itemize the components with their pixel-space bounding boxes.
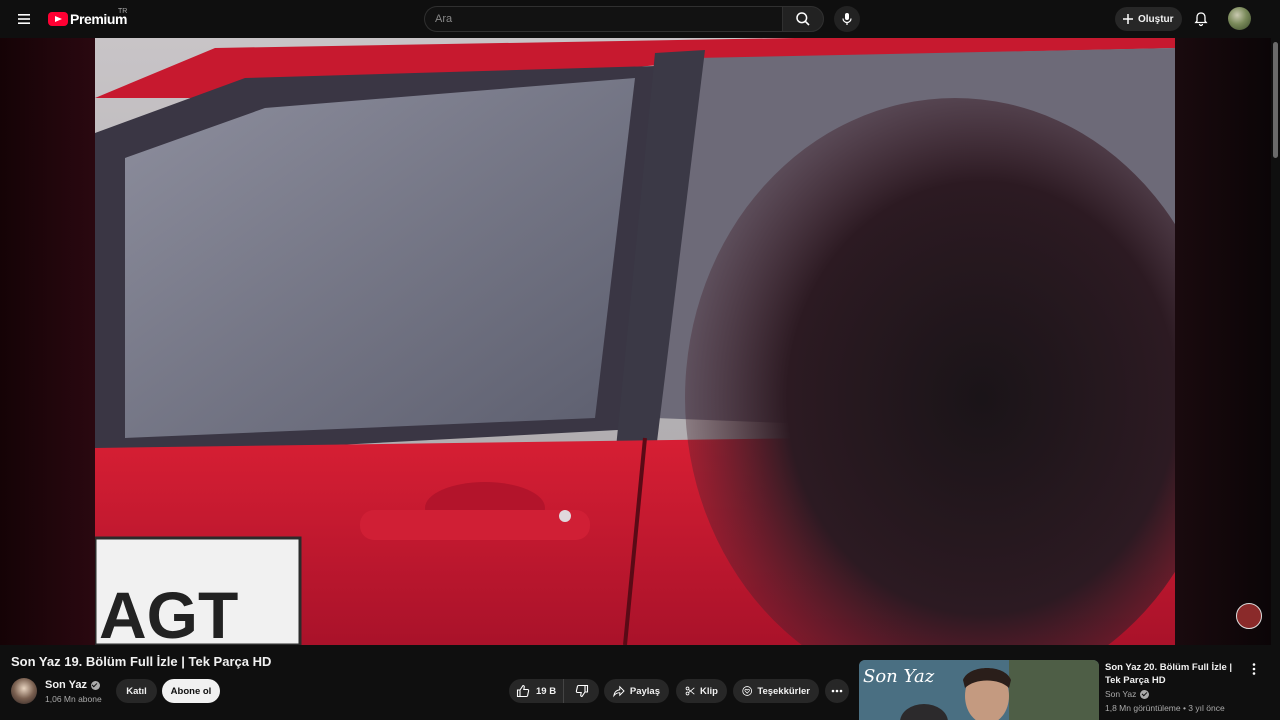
channel-avatar[interactable] (11, 678, 37, 704)
sign-text: AGT (99, 578, 238, 645)
video-title: Son Yaz 19. Bölüm Full İzle | Tek Parça … (11, 654, 272, 669)
more-vertical-icon (1252, 663, 1256, 675)
mic-icon (842, 13, 852, 25)
recommended-menu-button[interactable] (1247, 660, 1261, 678)
thumbs-down-icon (575, 684, 588, 698)
video-frame-image: AGT (95, 38, 1175, 645)
channel-watermark[interactable] (1236, 603, 1262, 629)
subscribe-button[interactable]: Abone ol (162, 679, 220, 703)
page-scrollbar[interactable] (1271, 38, 1280, 720)
thanks-button[interactable]: Teşekkürler (733, 679, 819, 703)
video-player[interactable]: AGT (0, 38, 1271, 645)
thumbnail-text: Son Yaz (863, 666, 935, 687)
create-label: Oluştur (1138, 13, 1174, 25)
clip-button[interactable]: Klip (676, 679, 727, 703)
voice-search-button[interactable] (834, 6, 860, 32)
scrollbar-thumb[interactable] (1273, 42, 1278, 158)
recommended-thumbnail[interactable]: Son Yaz (859, 660, 1099, 720)
verified-icon (90, 680, 100, 690)
account-avatar[interactable] (1228, 7, 1251, 30)
video-frame[interactable]: AGT (95, 38, 1175, 645)
verified-icon (1140, 689, 1150, 699)
recommended-channel[interactable]: Son Yaz (1105, 689, 1150, 699)
more-horizontal-icon (831, 689, 843, 693)
share-icon (613, 685, 625, 698)
recommended-title[interactable]: Son Yaz 20. Bölüm Full İzle | Tek Parça … (1105, 661, 1247, 687)
like-count: 19 B (536, 685, 557, 697)
share-label: Paylaş (629, 685, 660, 697)
youtube-logo-icon (48, 12, 68, 26)
notifications-button[interactable] (1189, 7, 1213, 31)
create-button[interactable]: Oluştur (1115, 7, 1182, 31)
subscriber-count: 1,06 Mn abone (45, 694, 102, 704)
dislike-button[interactable] (564, 679, 599, 703)
share-button[interactable]: Paylaş (604, 679, 669, 703)
search-icon (796, 12, 810, 26)
more-actions-button[interactable] (825, 679, 849, 703)
country-code: TR (118, 8, 128, 15)
channel-name: Son Yaz (45, 679, 87, 691)
thanks-heart-icon (742, 686, 753, 696)
join-button[interactable]: Katıl (116, 679, 157, 703)
thanks-label: Teşekkürler (757, 685, 810, 697)
bell-icon (1194, 12, 1208, 27)
like-dislike-group: 19 B (509, 679, 599, 703)
recommended-channel-name: Son Yaz (1105, 689, 1137, 699)
plus-icon (1123, 14, 1133, 24)
search-box (424, 6, 824, 32)
guide-menu-button[interactable] (12, 7, 36, 31)
clip-label: Klip (700, 685, 718, 697)
youtube-premium-logo[interactable]: Premium (48, 9, 128, 29)
menu-icon (18, 14, 30, 24)
search-input[interactable] (424, 6, 782, 32)
scissors-icon (685, 686, 695, 696)
masthead: Premium TR Oluştur (0, 0, 1280, 38)
recommended-meta: 1,8 Mn görüntüleme • 3 yıl önce (1105, 703, 1225, 713)
search-button[interactable] (782, 6, 824, 32)
thumbnail-image: Son Yaz (859, 660, 1099, 720)
ambient-glow-left (0, 38, 95, 645)
thumbs-up-icon (516, 684, 530, 698)
like-button[interactable]: 19 B (509, 679, 564, 703)
channel-name-link[interactable]: Son Yaz (45, 679, 100, 691)
ambient-glow-right (1175, 38, 1271, 645)
